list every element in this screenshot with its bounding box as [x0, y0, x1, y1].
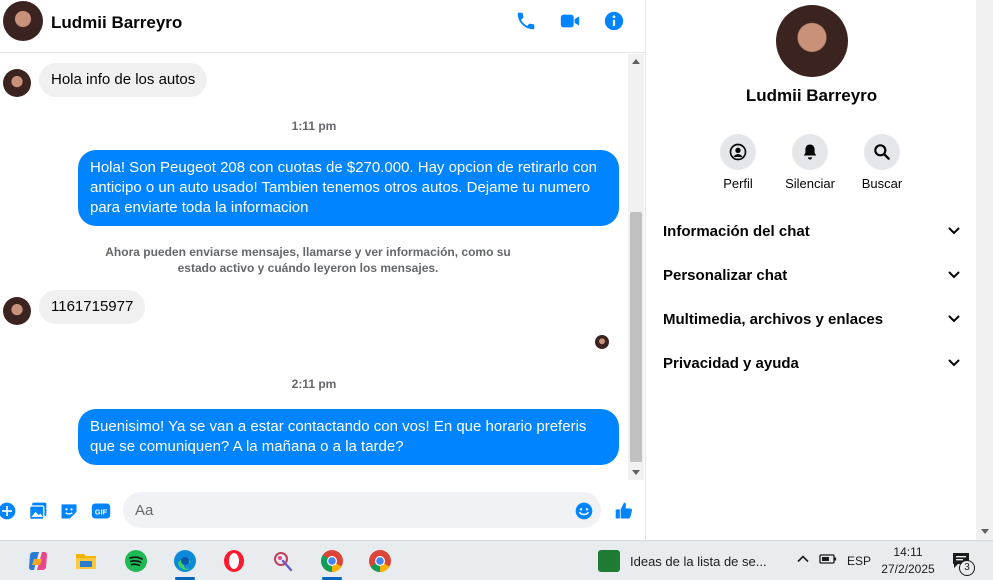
notification-count-badge: 3	[959, 560, 975, 576]
clock-date: 27/2/2025	[881, 562, 935, 576]
message-outgoing[interactable]: Hola! Son Peugeot 208 con cuotas de $270…	[78, 150, 619, 226]
timestamp: 1:11 pm	[291, 119, 337, 133]
scroll-down-arrow-icon[interactable]	[632, 470, 640, 475]
chevron-up-icon[interactable]	[796, 552, 810, 569]
profile-icon	[720, 134, 756, 170]
phone-icon[interactable]	[514, 9, 538, 33]
profile-name: Ludmii Barreyro	[745, 86, 878, 105]
chevron-down-icon	[948, 315, 960, 323]
widget-icon	[598, 550, 620, 572]
emoji-icon[interactable]	[573, 500, 595, 522]
widget-text: Ideas de la lista de se...	[630, 553, 767, 569]
spotify-icon[interactable]	[121, 546, 151, 576]
section-media-files-links[interactable]: Multimedia, archivos y enlaces	[663, 301, 961, 337]
scroll-down-arrow-icon[interactable]	[981, 529, 989, 534]
mute-button[interactable]: Silenciar	[775, 134, 845, 191]
chat-scrollbar[interactable]	[628, 54, 644, 480]
system-clock[interactable]: 14:11 27/2/2025	[872, 544, 944, 578]
edge-icon[interactable]	[170, 546, 200, 580]
read-receipt-avatar	[595, 335, 609, 349]
search-button[interactable]: Buscar	[847, 134, 917, 191]
chrome-icon[interactable]	[317, 546, 347, 580]
section-label: Información del chat	[663, 222, 810, 240]
video-camera-icon[interactable]	[558, 9, 582, 33]
search-icon	[864, 134, 900, 170]
message-composer: GIF	[0, 486, 646, 538]
sender-avatar[interactable]	[3, 297, 31, 325]
copilot-icon[interactable]	[23, 546, 53, 576]
page-scrollbar[interactable]	[976, 0, 993, 540]
message-incoming[interactable]: 1161715977	[39, 290, 146, 324]
section-chat-info[interactable]: Información del chat	[663, 213, 961, 249]
chat-header: Ludmii Barreyro	[0, 0, 646, 53]
chrome-profile-icon[interactable]	[365, 546, 395, 576]
clock-time: 14:11	[893, 545, 923, 559]
message-incoming[interactable]: Hola info de los autos	[39, 63, 208, 97]
paint-icon[interactable]	[268, 546, 298, 576]
battery-icon[interactable]	[819, 552, 837, 569]
gif-icon-label: GIF	[95, 507, 108, 516]
scroll-up-arrow-icon[interactable]	[632, 59, 640, 64]
chat-panel: Ludmii Barreyro Hola info de los autos 1…	[0, 0, 646, 540]
scroll-thumb[interactable]	[630, 212, 642, 462]
sticker-icon[interactable]	[58, 500, 80, 522]
message-list[interactable]: Hola info de los autos 1:11 pm Hola! Son…	[0, 54, 628, 486]
contact-name[interactable]: Ludmii Barreyro	[51, 13, 182, 33]
section-privacy-help[interactable]: Privacidad y ayuda	[663, 345, 961, 381]
chevron-down-icon	[948, 227, 960, 235]
section-label: Privacidad y ayuda	[663, 354, 799, 372]
message-outgoing[interactable]: Buenisimo! Ya se van a estar contactando…	[78, 409, 619, 465]
search-label: Buscar	[861, 176, 903, 191]
timestamp: 2:11 pm	[291, 377, 337, 391]
conversation-info-panel: Ludmii Barreyro Perfil Silenciar Buscar …	[647, 0, 976, 540]
gallery-icon[interactable]	[27, 500, 49, 522]
file-explorer-icon[interactable]	[71, 546, 101, 576]
thumbs-up-icon[interactable]	[613, 500, 635, 522]
system-notice: Ahora pueden enviarse mensajes, llamarse…	[105, 245, 511, 275]
windows-taskbar: Ideas de la lista de se... ESP 14:11 27/…	[0, 540, 993, 580]
profile-label: Perfil	[723, 176, 753, 191]
chevron-down-icon	[948, 271, 960, 279]
bell-icon	[792, 134, 828, 170]
gif-icon[interactable]: GIF	[90, 500, 112, 522]
widget-news[interactable]: Ideas de la lista de se...	[598, 550, 767, 572]
section-label: Multimedia, archivos y enlaces	[663, 310, 884, 328]
opera-icon[interactable]	[219, 546, 249, 576]
chevron-down-icon	[948, 359, 960, 367]
plus-icon[interactable]	[0, 500, 18, 522]
profile-avatar[interactable]	[776, 5, 848, 77]
language-indicator[interactable]: ESP	[847, 554, 871, 568]
message-input[interactable]	[123, 492, 601, 528]
contact-avatar[interactable]	[3, 1, 43, 41]
mute-label: Silenciar	[785, 176, 835, 191]
section-label: Personalizar chat	[663, 266, 788, 284]
profile-button[interactable]: Perfil	[703, 134, 773, 191]
sender-avatar[interactable]	[3, 69, 31, 97]
info-icon[interactable]	[602, 9, 626, 33]
section-customize-chat[interactable]: Personalizar chat	[663, 257, 961, 293]
